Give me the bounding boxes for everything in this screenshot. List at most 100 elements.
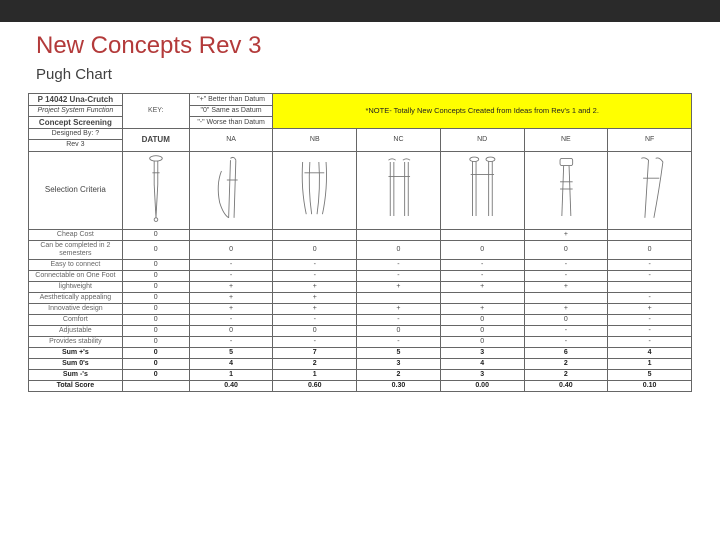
concept-hdr-ne: NE: [524, 129, 608, 151]
criteria-value: +: [524, 303, 608, 314]
criteria-datum: 0: [122, 229, 189, 240]
criteria-value: -: [189, 270, 273, 281]
criteria-name: Connectable on One Foot: [29, 270, 123, 281]
criteria-value: [357, 229, 441, 240]
sum-zero-row-value: 3: [357, 359, 441, 370]
criteria-row: Aesthetically appealing0++-: [29, 292, 692, 303]
sum-zero-row: Sum 0's0423421: [29, 359, 692, 370]
sum-minus-row-label: Sum -'s: [29, 370, 123, 381]
total-score-row-value: 0.40: [189, 381, 273, 392]
criteria-value: +: [524, 281, 608, 292]
criteria-value: 0: [440, 337, 524, 348]
criteria-datum: 0: [122, 270, 189, 281]
criteria-value: -: [608, 325, 692, 336]
project-id: P 14042 Una-Crutch: [29, 94, 123, 106]
criteria-name: Innovative design: [29, 303, 123, 314]
datum-header: DATUM: [122, 129, 189, 151]
concept-hdr-nb: NB: [273, 129, 357, 151]
criteria-value: 0: [273, 240, 357, 259]
criteria-datum: 0: [122, 325, 189, 336]
slide-title: New Concepts Rev 3: [0, 22, 720, 60]
criteria-name: Easy to connect: [29, 259, 123, 270]
criteria-row: lightweight0+++++: [29, 281, 692, 292]
note-yellow: *NOTE- Totally New Concepts Created from…: [273, 94, 692, 129]
criteria-value: +: [273, 303, 357, 314]
criteria-value: 0: [608, 240, 692, 259]
key-label: KEY:: [122, 94, 189, 129]
sum-zero-row-value: 2: [273, 359, 357, 370]
criteria-value: -: [357, 259, 441, 270]
sum-plus-row-value: 5: [357, 348, 441, 359]
criteria-row: Innovative design0++++++: [29, 303, 692, 314]
system-function: Project System Function: [29, 106, 123, 117]
criteria-datum: 0: [122, 259, 189, 270]
concept-screening: Concept Screening: [29, 117, 123, 129]
criteria-value: -: [273, 270, 357, 281]
key-plus: "+" Better than Datum: [189, 94, 273, 106]
criteria-row: Can be completed in 2 semesters0000000: [29, 240, 692, 259]
criteria-datum: 0: [122, 281, 189, 292]
sum-plus-row-value: 4: [608, 348, 692, 359]
sum-minus-row-value: 3: [440, 370, 524, 381]
total-score-row-value: 0.60: [273, 381, 357, 392]
sum-minus-row-value: 1: [189, 370, 273, 381]
criteria-value: [524, 292, 608, 303]
criteria-value: [608, 281, 692, 292]
criteria-value: -: [608, 337, 692, 348]
criteria-value: +: [189, 292, 273, 303]
criteria-value: 0: [357, 325, 441, 336]
criteria-value: -: [357, 337, 441, 348]
criteria-row: Cheap Cost0+: [29, 229, 692, 240]
criteria-value: 0: [524, 240, 608, 259]
selection-criteria-label: Selection Criteria: [29, 151, 123, 229]
criteria-row: Easy to connect0------: [29, 259, 692, 270]
criteria-value: [357, 292, 441, 303]
total-score-row-value: 0.30: [357, 381, 441, 392]
sum-minus-row-value: 1: [273, 370, 357, 381]
criteria-value: -: [273, 259, 357, 270]
sum-zero-row-label: Sum 0's: [29, 359, 123, 370]
concept-hdr-nf: NF: [608, 129, 692, 151]
criteria-value: +: [357, 281, 441, 292]
criteria-value: +: [189, 303, 273, 314]
criteria-value: -: [357, 314, 441, 325]
criteria-value: -: [189, 314, 273, 325]
criteria-name: lightweight: [29, 281, 123, 292]
criteria-datum: 0: [122, 303, 189, 314]
criteria-value: -: [524, 325, 608, 336]
slide-subtitle: Pugh Chart: [0, 60, 720, 93]
criteria-value: -: [357, 270, 441, 281]
criteria-value: 0: [440, 325, 524, 336]
criteria-value: -: [440, 270, 524, 281]
criteria-value: +: [440, 303, 524, 314]
criteria-value: 0: [273, 325, 357, 336]
rev-label: Rev 3: [29, 140, 123, 151]
criteria-value: +: [608, 303, 692, 314]
pugh-table: P 14042 Una-Crutch KEY: "+" Better than …: [28, 93, 692, 392]
criteria-value: [608, 229, 692, 240]
criteria-value: +: [440, 281, 524, 292]
criteria-row: Connectable on One Foot0------: [29, 270, 692, 281]
criteria-value: 0: [524, 314, 608, 325]
criteria-value: -: [608, 270, 692, 281]
criteria-value: -: [608, 314, 692, 325]
criteria-datum: 0: [122, 314, 189, 325]
criteria-value: +: [189, 281, 273, 292]
criteria-value: 0: [189, 325, 273, 336]
criteria-value: -: [524, 270, 608, 281]
criteria-value: +: [273, 292, 357, 303]
criteria-value: +: [273, 281, 357, 292]
concept-hdr-nd: ND: [440, 129, 524, 151]
sum-plus-row-value: 6: [524, 348, 608, 359]
criteria-row: Provides stability0---0--: [29, 337, 692, 348]
criteria-name: Aesthetically appealing: [29, 292, 123, 303]
criteria-value: 0: [357, 240, 441, 259]
sum-minus-row-value: 2: [357, 370, 441, 381]
slide-topbar: [0, 0, 720, 22]
criteria-value: -: [608, 259, 692, 270]
sum-plus-row-value: 3: [440, 348, 524, 359]
sketch-ne: [524, 151, 608, 229]
sketch-nf: [608, 151, 692, 229]
criteria-row: Adjustable00000--: [29, 325, 692, 336]
criteria-name: Cheap Cost: [29, 229, 123, 240]
